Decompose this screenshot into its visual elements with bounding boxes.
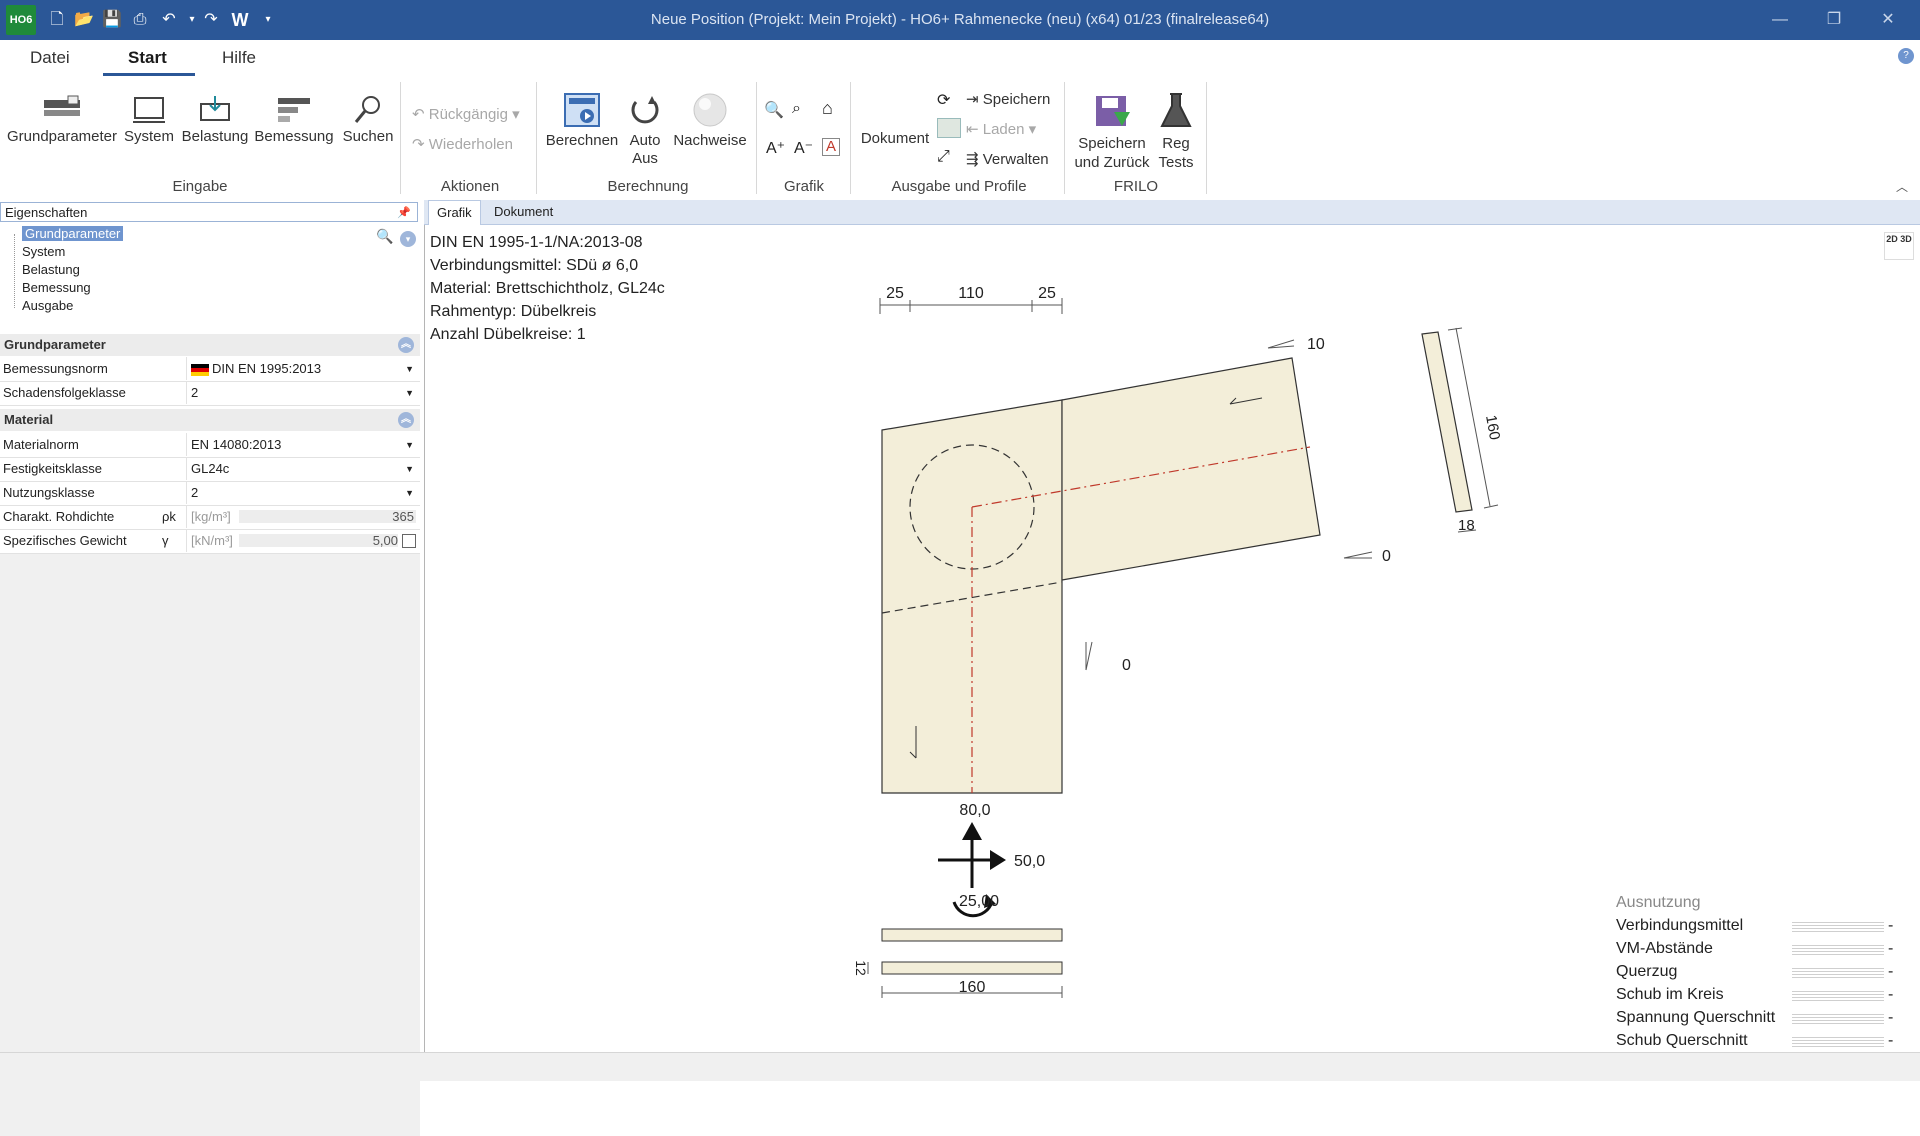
status-bar (0, 1052, 1920, 1081)
load-horizontal-value: 50,0 (1014, 853, 1045, 870)
plate-side-view (881, 961, 1063, 975)
ausnutzung-label: Spannung Querschnitt (1616, 1009, 1776, 1026)
ausnutzung-bar (1792, 989, 1884, 1003)
dim-25-left: 25 (886, 285, 904, 302)
ausnutzung-value: - (1888, 963, 1894, 980)
ausnutzung-label: Schub Querschnitt (1616, 1032, 1748, 1049)
plate-width-value: 160 (959, 979, 986, 996)
ausnutzung-value: - (1888, 940, 1894, 957)
ausnutzung-label: Querzug (1616, 963, 1678, 980)
ausnutzung-value: - (1888, 917, 1894, 934)
plate-thickness-value: 12 (853, 960, 869, 976)
ausnutzung-label: Verbindungsmittel (1616, 917, 1744, 934)
ausnutzung-bar (1792, 1035, 1884, 1049)
angle-top-value: 10 (1307, 336, 1325, 353)
section-width-value: 18 (1458, 517, 1475, 534)
ausnutzung-value: - (1888, 986, 1894, 1003)
load-vertical-value: 80,0 (959, 802, 990, 819)
load-moment-value: 25,00 (959, 893, 999, 910)
angle-column-value: 0 (1122, 657, 1131, 674)
ausnutzung-value: - (1888, 1032, 1894, 1049)
plate-top-view (881, 928, 1063, 942)
ausnutzung-label: Schub im Kreis (1616, 986, 1724, 1003)
ausnutzung-value: - (1888, 1009, 1894, 1026)
dim-110: 110 (958, 285, 984, 302)
beam-member (1061, 357, 1321, 581)
ausnutzung-title: Ausnutzung (1616, 894, 1701, 911)
angle-marker-column (1085, 641, 1093, 671)
ausnutzung-label: VM-Abstände (1616, 940, 1713, 957)
ausnutzung-bar (1792, 920, 1884, 934)
ausnutzung-bar (1792, 1012, 1884, 1026)
cross-section (1421, 331, 1473, 513)
ausnutzung-bar (1792, 966, 1884, 980)
ausnutzung-bar (1792, 943, 1884, 957)
angle-marker-right (1343, 551, 1373, 559)
section-height-value: 160 (1482, 414, 1503, 442)
angle-marker-top (1267, 339, 1295, 349)
angle-right-value: 0 (1382, 548, 1391, 565)
dim-25-right: 25 (1038, 285, 1056, 302)
